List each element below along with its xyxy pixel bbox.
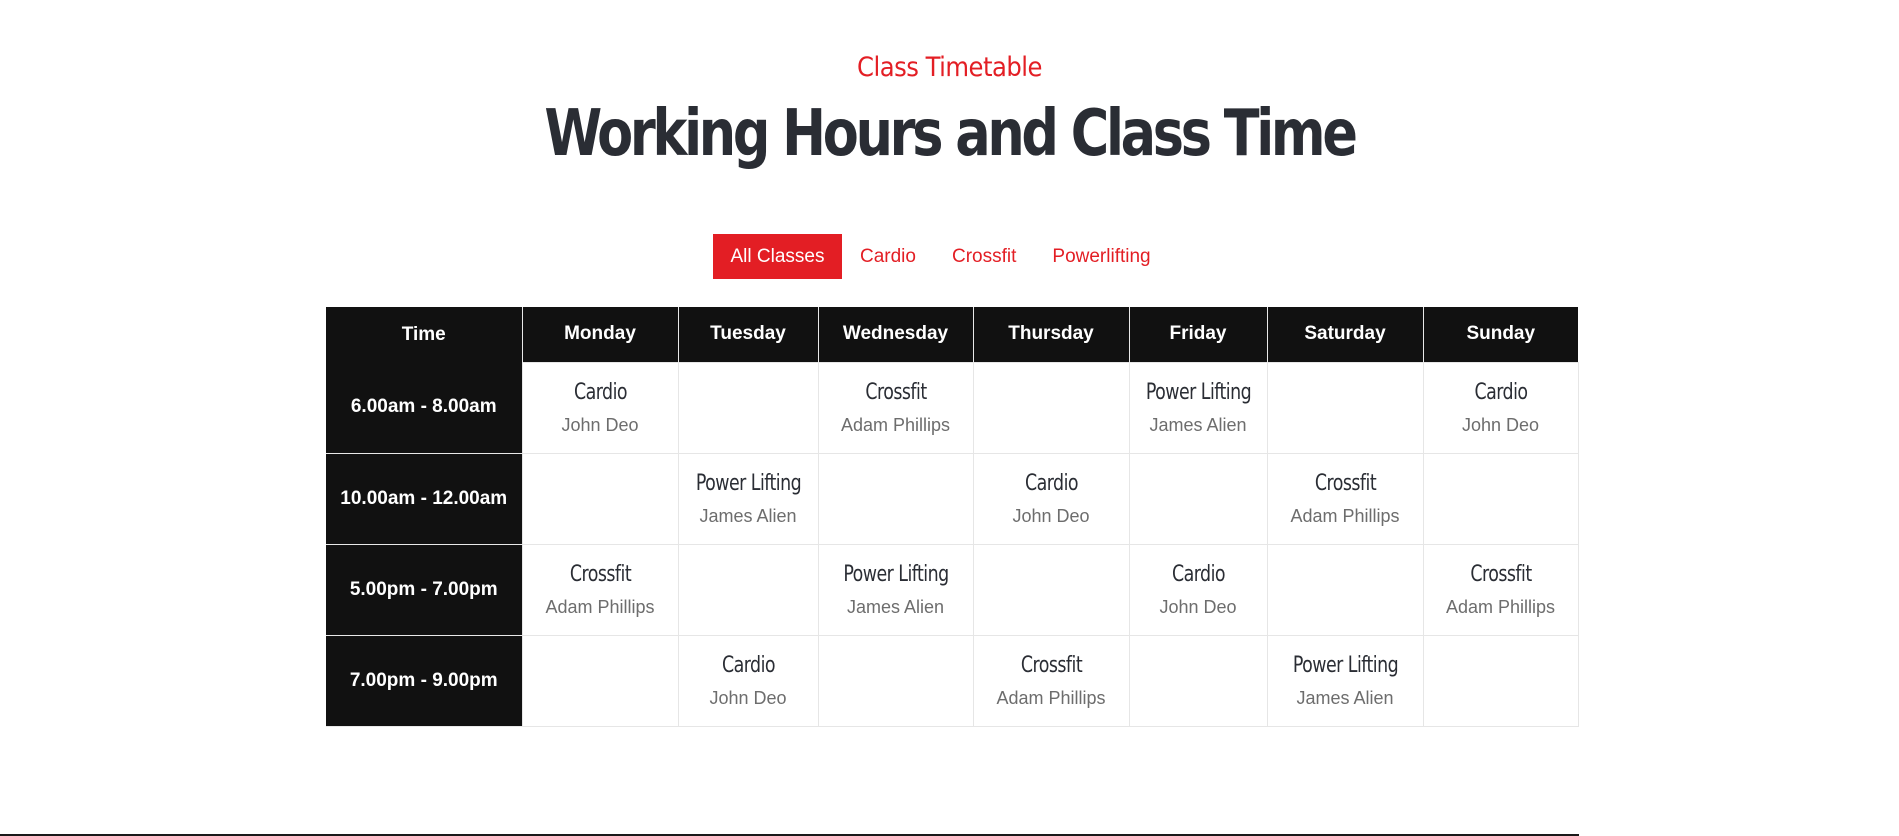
column-header-wednesday: Wednesday xyxy=(818,307,974,362)
empty-cell xyxy=(1266,543,1424,636)
timetable-header: Time Monday Tuesday Wednesday Thursday F… xyxy=(326,307,1578,362)
column-header-time: Time xyxy=(326,307,523,362)
class-name: Power Lifting xyxy=(695,471,801,496)
column-header-saturday: Saturday xyxy=(1267,307,1424,362)
empty-cell xyxy=(521,452,679,545)
trainer-name: John Deo xyxy=(1461,415,1540,435)
class-cell[interactable]: Crossfit Adam Phillips xyxy=(817,361,974,454)
class-cell[interactable]: Crossfit Adam Phillips xyxy=(1266,452,1424,545)
trainer-name: James Alien xyxy=(699,506,797,526)
empty-cell xyxy=(521,634,679,727)
empty-cell xyxy=(677,361,819,454)
class-cell[interactable]: Power Lifting James Alien xyxy=(1266,634,1424,727)
class-name: Power Lifting xyxy=(1292,653,1398,678)
time-slot: 7.00pm - 9.00pm xyxy=(326,635,522,727)
empty-cell xyxy=(1422,634,1579,727)
class-cell[interactable]: Cardio John Deo xyxy=(521,361,679,454)
trainer-name: James Alien xyxy=(1149,415,1247,435)
time-slot: 10.00am - 12.00am xyxy=(326,453,522,545)
column-header-tuesday: Tuesday xyxy=(678,307,819,362)
trainer-name: Adam Phillips xyxy=(996,688,1106,708)
empty-cell xyxy=(972,543,1130,636)
class-name: Crossfit xyxy=(1469,562,1532,587)
class-timetable: Time Monday Tuesday Wednesday Thursday F… xyxy=(326,307,1579,727)
trainer-name: John Deo xyxy=(709,688,787,708)
filter-powerlifting[interactable]: Powerlifting xyxy=(1034,234,1168,279)
empty-cell xyxy=(817,452,974,545)
column-header-monday: Monday xyxy=(522,307,679,362)
trainer-name: Adam Phillips xyxy=(1290,506,1400,526)
timetable-body: 6.00am - 8.00am Cardio John Deo Crossfit A… xyxy=(326,361,1579,727)
filter-cardio[interactable]: Cardio xyxy=(842,234,934,279)
class-name: Crossfit xyxy=(1314,471,1376,496)
trainer-name: Adam Phillips xyxy=(545,597,655,617)
empty-cell xyxy=(1422,452,1579,545)
class-cell[interactable]: Cardio John Deo xyxy=(1422,361,1579,454)
table-row: 6.00am - 8.00am Cardio John Deo Crossfit A… xyxy=(326,361,1579,454)
empty-cell xyxy=(1128,452,1268,545)
class-filter-tabs: All Classes Cardio Crossfit Powerlifting xyxy=(713,234,1169,279)
section-subtitle: Class Timetable xyxy=(856,52,1043,83)
time-slot: 6.00am - 8.00am xyxy=(326,362,522,454)
class-name: Cardio xyxy=(1473,380,1528,405)
class-name: Crossfit xyxy=(864,380,927,405)
page: Class Timetable Working Hours and Class … xyxy=(0,0,1899,836)
trainer-name: James Alien xyxy=(846,597,945,617)
column-header-thursday: Thursday xyxy=(973,307,1130,362)
trainer-name: James Alien xyxy=(1296,688,1394,708)
column-header-sunday: Sunday xyxy=(1423,307,1578,362)
class-name: Cardio xyxy=(1024,471,1078,496)
table-row: 7.00pm - 9.00pm Cardio John Deo Crossfit A… xyxy=(326,634,1579,727)
table-row: 5.00pm - 7.00pm Crossfit Adam Phillips Po… xyxy=(326,543,1579,636)
class-cell[interactable]: Power Lifting James Alien xyxy=(677,452,819,545)
trainer-name: John Deo xyxy=(1159,597,1237,617)
class-cell[interactable]: Crossfit Adam Phillips xyxy=(1422,543,1579,636)
empty-cell xyxy=(1128,634,1268,727)
empty-cell xyxy=(1266,361,1424,454)
section-title: Working Hours and Class Time xyxy=(544,97,1358,171)
class-name: Cardio xyxy=(1171,562,1225,587)
filter-crossfit[interactable]: Crossfit xyxy=(934,234,1034,279)
class-cell[interactable]: Cardio John Deo xyxy=(1128,543,1268,636)
empty-cell xyxy=(817,634,974,727)
empty-cell xyxy=(677,543,819,636)
class-cell[interactable]: Crossfit Adam Phillips xyxy=(521,543,679,636)
class-cell[interactable]: Cardio John Deo xyxy=(972,452,1130,545)
table-row: 10.00am - 12.00am Power Lifting James Ali… xyxy=(326,452,1579,545)
trainer-name: Adam Phillips xyxy=(1445,597,1556,617)
trainer-name: Adam Phillips xyxy=(840,415,951,435)
class-name: Power Lifting xyxy=(842,562,949,587)
trainer-name: John Deo xyxy=(1012,506,1090,526)
class-cell[interactable]: Power Lifting James Alien xyxy=(1128,361,1268,454)
class-name: Crossfit xyxy=(1020,653,1082,678)
filter-all-classes[interactable]: All Classes xyxy=(713,234,842,279)
class-name: Cardio xyxy=(573,380,627,405)
class-cell[interactable]: Crossfit Adam Phillips xyxy=(972,634,1130,727)
class-name: Crossfit xyxy=(569,562,631,587)
class-cell[interactable]: Power Lifting James Alien xyxy=(817,543,974,636)
column-header-friday: Friday xyxy=(1129,307,1268,362)
trainer-name: John Deo xyxy=(561,415,639,435)
empty-cell xyxy=(972,361,1130,454)
class-cell[interactable]: Cardio John Deo xyxy=(677,634,819,727)
class-name: Cardio xyxy=(721,653,775,678)
class-name: Power Lifting xyxy=(1145,380,1251,405)
time-slot: 5.00pm - 7.00pm xyxy=(326,544,522,636)
